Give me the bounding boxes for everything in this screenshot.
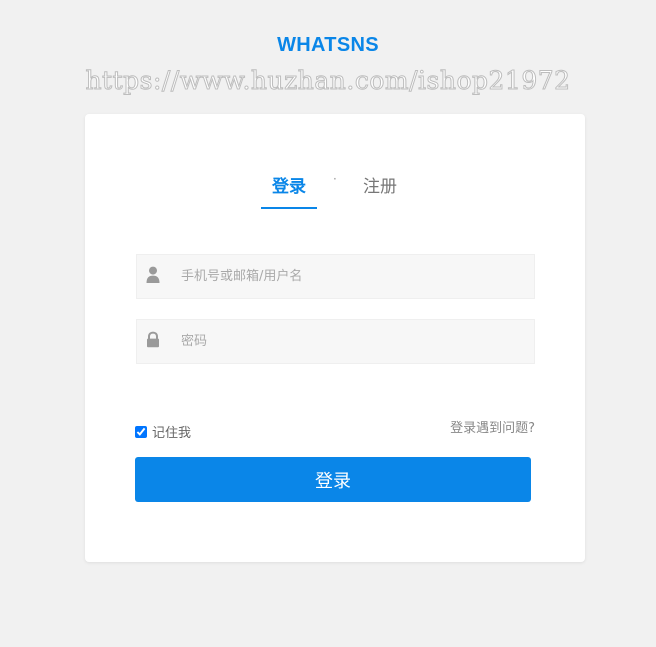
password-field (136, 319, 535, 364)
watermark-text: https://www.huzhan.com/ishop21972 (85, 66, 571, 96)
lock-icon (146, 331, 160, 349)
auth-tabs: 登录 · 注册 (85, 172, 585, 209)
remember-checkbox[interactable] (135, 425, 147, 438)
user-icon (146, 266, 160, 284)
tab-separator: · (333, 172, 337, 186)
remember-me[interactable]: 记住我 (135, 422, 191, 441)
tab-login[interactable]: 登录 (261, 172, 317, 209)
username-input[interactable] (181, 255, 521, 298)
login-trouble-link[interactable]: 登录遇到问题? (450, 417, 535, 436)
username-field (136, 254, 535, 299)
login-button[interactable]: 登录 (135, 457, 531, 502)
password-input[interactable] (181, 320, 521, 363)
remember-label: 记住我 (152, 426, 192, 441)
tab-register[interactable]: 注册 (358, 172, 402, 197)
brand-logo-text: WHATSNS (277, 34, 379, 56)
login-card: 登录 · 注册 记住我 登录遇到问题? 登录 (85, 114, 585, 562)
